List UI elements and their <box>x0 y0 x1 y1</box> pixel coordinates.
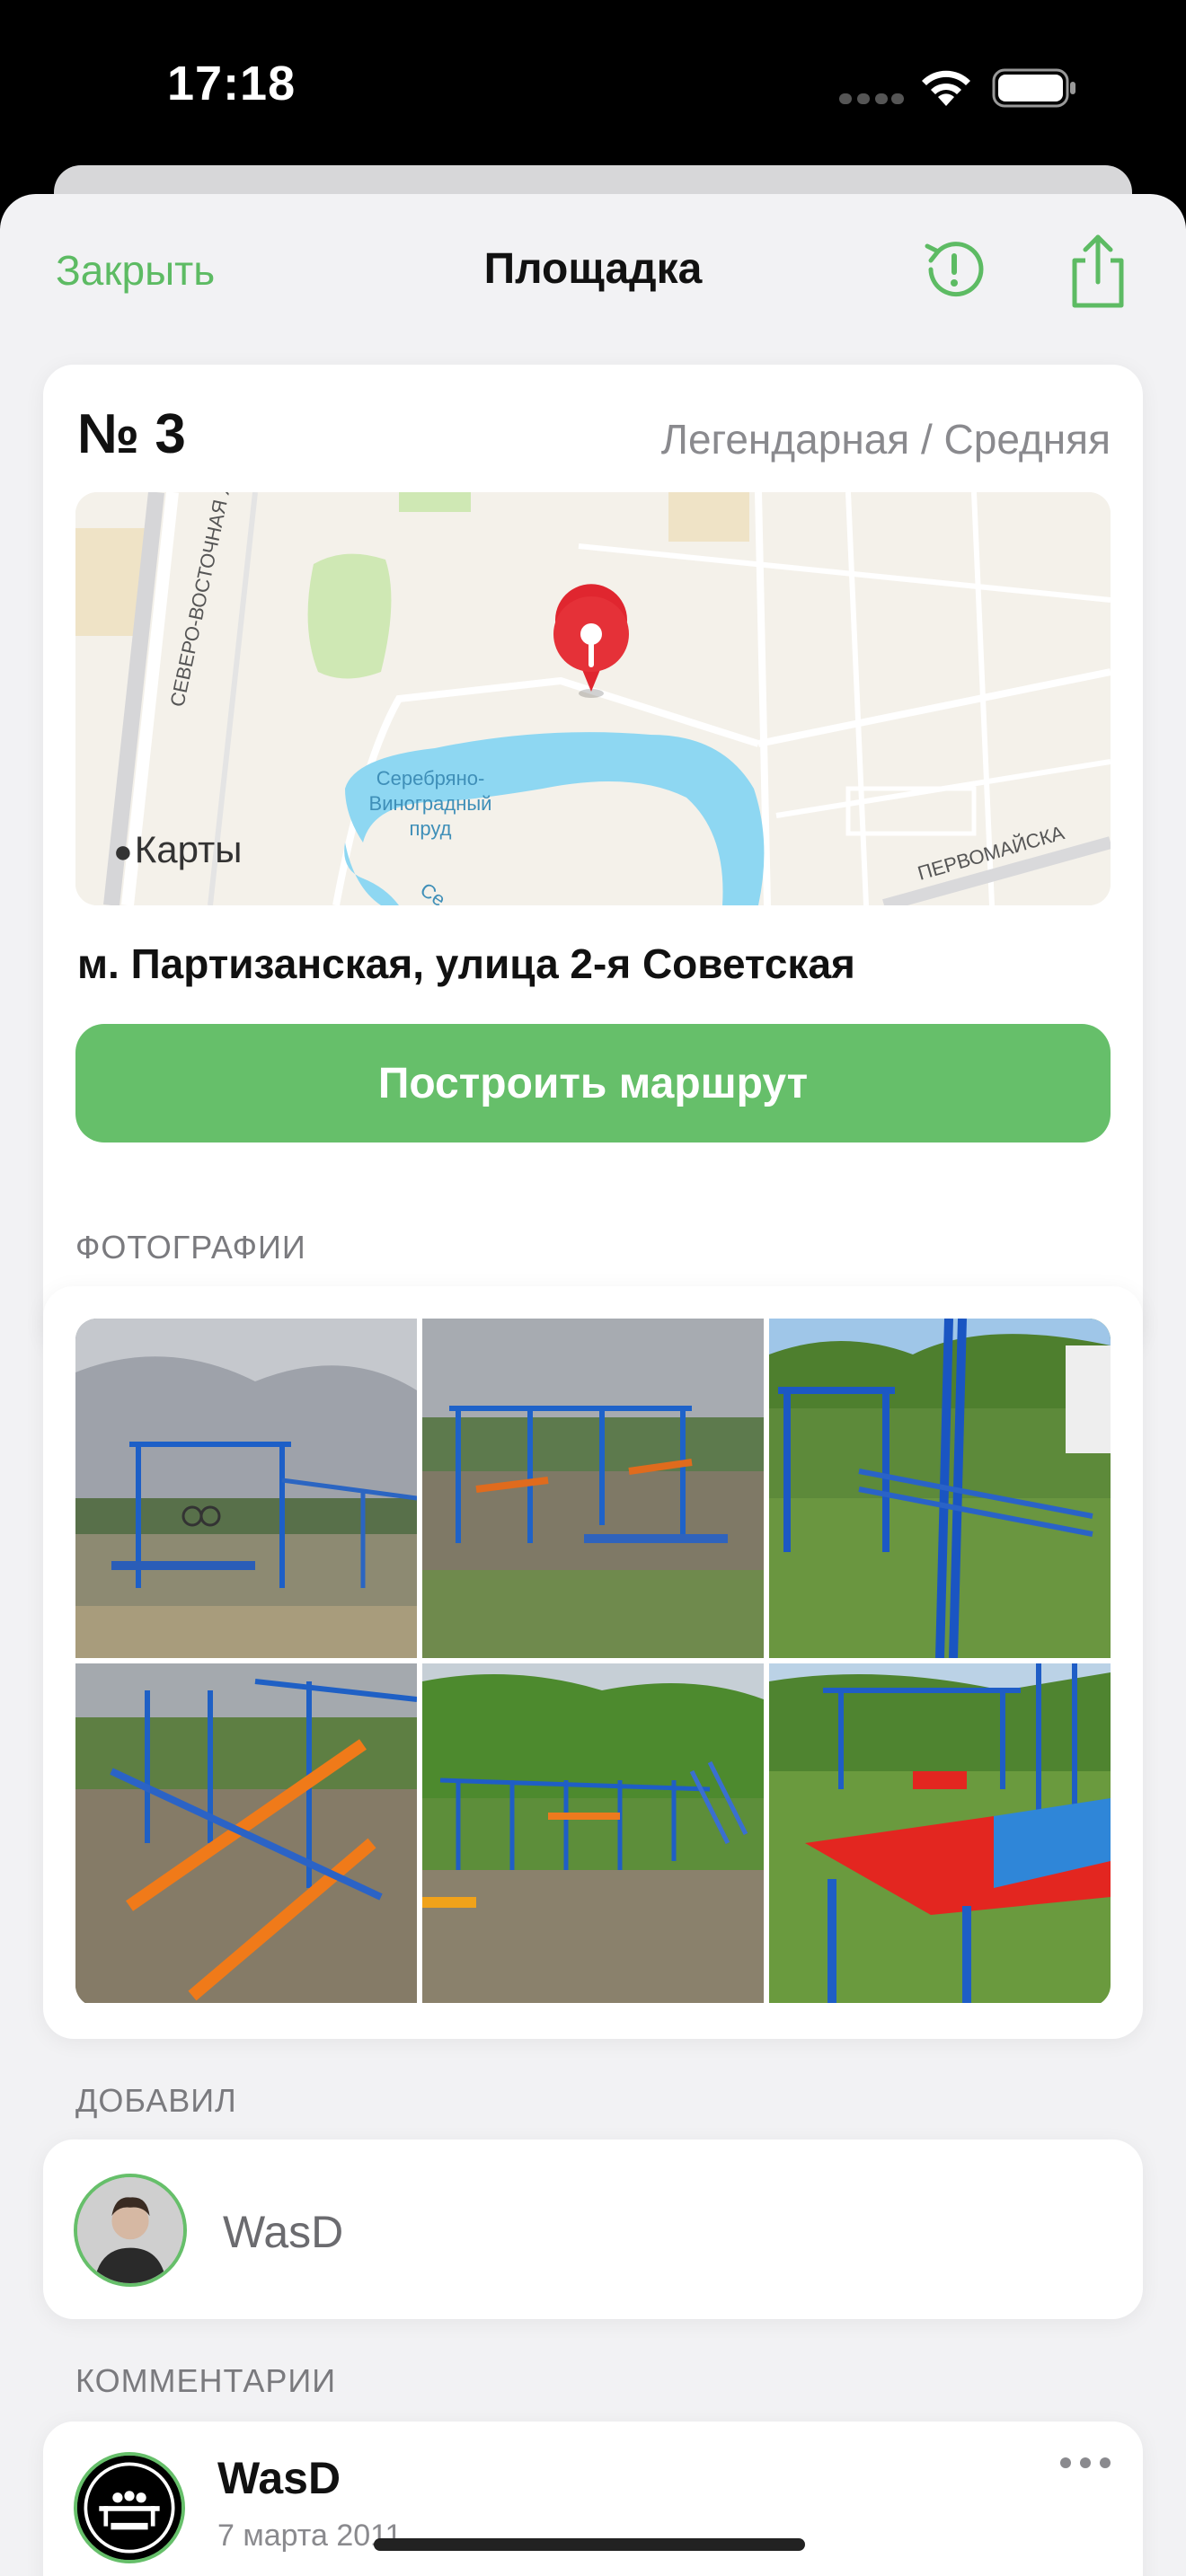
comment-avatar[interactable] <box>74 2452 185 2563</box>
maps-logo-text: Карты <box>134 828 243 870</box>
build-route-button[interactable]: Построить маршрут <box>75 1024 1111 1142</box>
photo-2[interactable] <box>422 1319 764 1658</box>
photo-1[interactable] <box>75 1319 417 1658</box>
author-avatar <box>74 2174 187 2287</box>
map-pond-label-3: пруд <box>409 817 451 840</box>
park-grade: Легендарная / Средняя <box>660 416 1111 463</box>
maps-logo: ●Карты <box>113 828 242 871</box>
map-pond-label-2: Виноградный <box>369 792 492 815</box>
page-title: Площадка <box>483 245 703 293</box>
comment-card: WasD 7 марта 2011 <box>43 2422 1143 2576</box>
park-detail-sheet: Закрыть Площадка № 3 Легендарная / Средн… <box>0 194 1186 2576</box>
park-info-card: № 3 Легендарная / Средняя СЕВЕРО-ВОСТОЧН… <box>43 365 1143 1354</box>
navigation-bar: Закрыть Площадка <box>0 194 1186 347</box>
photos-section-title: ФОТОГРАФИИ <box>75 1229 306 1266</box>
home-indicator[interactable] <box>374 2538 805 2551</box>
park-number: № 3 <box>77 403 186 465</box>
comments-section-title: КОММЕНТАРИИ <box>75 2362 337 2399</box>
photo-4[interactable] <box>75 1663 417 2003</box>
author-name: WasD <box>223 2207 344 2257</box>
apple-logo-icon: ● <box>113 833 133 869</box>
photo-3[interactable] <box>769 1319 1111 1658</box>
photo-grid <box>75 1319 1111 2007</box>
status-time: 17:18 <box>167 57 296 110</box>
photo-5[interactable] <box>422 1663 764 2003</box>
cellular-signal-icon <box>839 93 904 104</box>
history-alert-icon[interactable] <box>918 234 990 305</box>
battery-icon <box>992 68 1075 108</box>
author-section-title: ДОБАВИЛ <box>75 2082 237 2119</box>
more-options-icon[interactable] <box>1060 2454 1111 2472</box>
wifi-icon <box>922 70 970 106</box>
park-address: м. Партизанская, улица 2-я Советская <box>77 940 855 987</box>
map-view[interactable]: СЕВЕРО-ВОСТОЧНАЯ ХОРДА Серебряно- Виногр… <box>75 492 1111 905</box>
photos-card <box>43 1286 1143 2039</box>
status-bar: 17:18 <box>0 0 1186 171</box>
share-icon[interactable] <box>1062 230 1134 311</box>
photo-6[interactable] <box>769 1663 1111 2003</box>
comment-author: WasD <box>217 2453 341 2503</box>
author-card[interactable]: WasD <box>43 2139 1143 2319</box>
map-pond-label-1: Серебряно- <box>376 767 485 790</box>
